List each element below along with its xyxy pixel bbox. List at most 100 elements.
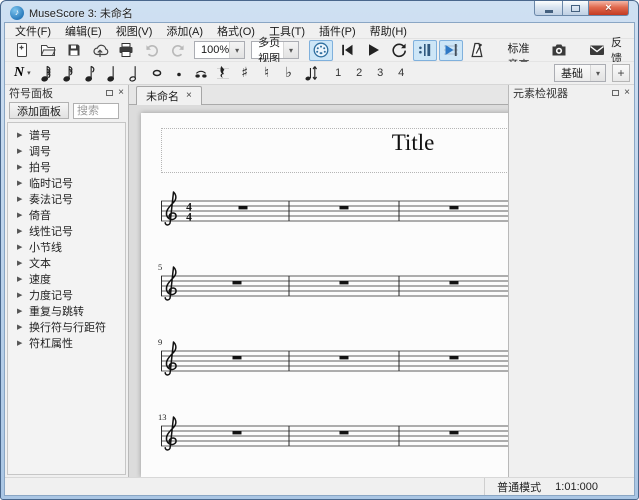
add-palettes-button[interactable]: 添加面板 [9, 102, 69, 119]
concert-pitch-button[interactable]: 标准音高 [498, 40, 539, 60]
chevron-down-icon[interactable]: ▾ [229, 42, 244, 58]
chevron-down-icon[interactable]: ▾ [590, 65, 605, 81]
expand-arrow-icon[interactable]: ▶ [17, 259, 29, 267]
note-input-button[interactable]: N ▾ [9, 63, 36, 84]
sharp-button[interactable]: ♯ [234, 63, 256, 84]
menu-edit[interactable]: 编辑(E) [58, 22, 109, 40]
expand-arrow-icon[interactable]: ▶ [17, 243, 29, 251]
pan-playback-button[interactable] [439, 40, 463, 61]
expand-arrow-icon[interactable]: ▶ [17, 307, 29, 315]
open-file-button[interactable] [36, 40, 60, 61]
expand-arrow-icon[interactable]: ▶ [17, 147, 29, 155]
close-panel-icon[interactable]: × [118, 88, 124, 98]
float-panel-icon[interactable] [106, 90, 113, 96]
expand-arrow-icon[interactable]: ▶ [17, 179, 29, 187]
menu-format[interactable]: 格式(O) [210, 22, 262, 40]
menu-plugins[interactable]: 插件(P) [312, 22, 363, 40]
augmentation-dot-button[interactable] [168, 63, 190, 84]
natural-button[interactable]: ♮ [256, 63, 278, 84]
palette-item-repeats-jumps[interactable]: ▶重复与跳转 [8, 303, 125, 319]
palette-item-clefs[interactable]: ▶谱号 [8, 127, 125, 143]
expand-arrow-icon[interactable]: ▶ [17, 211, 29, 219]
voice-2-button[interactable]: 2 [351, 65, 368, 82]
palette-item-tempo[interactable]: ▶速度 [8, 271, 125, 287]
palette-item-label: 重复与跳转 [29, 303, 84, 319]
expand-arrow-icon[interactable]: ▶ [17, 291, 29, 299]
palette-item-dynamics[interactable]: ▶力度记号 [8, 287, 125, 303]
palette-item-label: 倚音 [29, 207, 51, 223]
score-page[interactable]: Title 445913 [141, 113, 508, 477]
note-16th-button[interactable] [58, 63, 80, 84]
palette-item-label: 速度 [29, 271, 51, 287]
minimize-button[interactable] [534, 1, 562, 16]
save-button[interactable] [62, 40, 86, 61]
zoom-select[interactable]: 100% ▾ [194, 41, 245, 59]
maximize-button[interactable] [562, 1, 589, 16]
expand-arrow-icon[interactable]: ▶ [17, 339, 29, 347]
tie-button[interactable] [190, 63, 212, 84]
menu-view[interactable]: 视图(V) [109, 22, 160, 40]
add-workspace-button[interactable]: + [612, 64, 630, 82]
palette-item-barlines[interactable]: ▶小节线 [8, 239, 125, 255]
workspace-select[interactable]: 基础 ▾ [554, 64, 606, 82]
palette-search-input[interactable] [73, 103, 119, 119]
expand-arrow-icon[interactable]: ▶ [17, 195, 29, 203]
image-capture-button[interactable] [549, 40, 569, 61]
palette-item-label: 文本 [29, 255, 51, 271]
title-frame[interactable]: Title [161, 128, 508, 173]
play-button[interactable] [361, 40, 385, 61]
feedback-button[interactable]: 反馈 [580, 40, 630, 60]
menu-add[interactable]: 添加(A) [159, 22, 210, 40]
score-canvas[interactable]: Title 445913 [129, 105, 508, 477]
voice-3-button[interactable]: 3 [372, 65, 389, 82]
expand-arrow-icon[interactable]: ▶ [17, 227, 29, 235]
palette-item-articulations[interactable]: ▶奏法记号 [8, 191, 125, 207]
flat-button[interactable]: ♭ [278, 63, 300, 84]
tab-close-icon[interactable]: × [186, 91, 192, 101]
note-whole-button[interactable] [146, 63, 168, 84]
metronome-button[interactable] [465, 40, 489, 61]
midi-input-button[interactable] [309, 40, 333, 61]
palette-item-text[interactable]: ▶文本 [8, 255, 125, 271]
close-panel-icon[interactable]: × [624, 88, 630, 98]
print-button[interactable] [114, 40, 138, 61]
chevron-down-icon[interactable]: ▾ [283, 42, 298, 58]
voice-1-button[interactable]: 1 [330, 65, 347, 82]
rewind-button[interactable] [335, 40, 359, 61]
note-quarter-button[interactable] [102, 63, 124, 84]
menu-help[interactable]: 帮助(H) [363, 22, 414, 40]
palette-item-key-signatures[interactable]: ▶调号 [8, 143, 125, 159]
svg-text:4: 4 [186, 212, 192, 224]
note-eighth-button[interactable] [80, 63, 102, 84]
expand-arrow-icon[interactable]: ▶ [17, 275, 29, 283]
palette-item-lines[interactable]: ▶线性记号 [8, 223, 125, 239]
repeat-playback-button[interactable] [413, 40, 437, 61]
view-mode-select[interactable]: 多页视图 ▾ [251, 41, 299, 59]
titlebar[interactable]: ♪ MuseScore 3: 未命名 × [4, 1, 635, 22]
palette-item-accidentals[interactable]: ▶临时记号 [8, 175, 125, 191]
note-32nd-button[interactable] [36, 63, 58, 84]
palette-item-grace-notes[interactable]: ▶倚音 [8, 207, 125, 223]
expand-arrow-icon[interactable]: ▶ [17, 163, 29, 171]
palette-item-beam-properties[interactable]: ▶符杠属性 [8, 335, 125, 351]
expand-arrow-icon[interactable]: ▶ [17, 131, 29, 139]
redo-button[interactable] [166, 40, 190, 61]
score-title[interactable]: Title [392, 130, 435, 156]
rest-button[interactable] [212, 63, 234, 84]
float-panel-icon[interactable] [612, 90, 619, 96]
menu-file[interactable]: 文件(F) [8, 22, 58, 40]
voice-4-button[interactable]: 4 [393, 65, 410, 82]
expand-arrow-icon[interactable]: ▶ [17, 323, 29, 331]
note-half-button[interactable] [124, 63, 146, 84]
new-score-button[interactable] [10, 40, 34, 61]
flip-direction-button[interactable] [300, 63, 322, 84]
score-tab-bar: 未命名 × [129, 85, 508, 105]
tab-untitled[interactable]: 未命名 × [136, 86, 202, 105]
new-score-icon [13, 41, 31, 59]
palette-item-time-signatures[interactable]: ▶拍号 [8, 159, 125, 175]
cloud-save-button[interactable] [88, 40, 112, 61]
undo-button[interactable] [140, 40, 164, 61]
close-button[interactable]: × [589, 1, 629, 16]
palette-item-breaks-spacers[interactable]: ▶换行符与行距符 [8, 319, 125, 335]
loop-playback-button[interactable] [387, 40, 411, 61]
